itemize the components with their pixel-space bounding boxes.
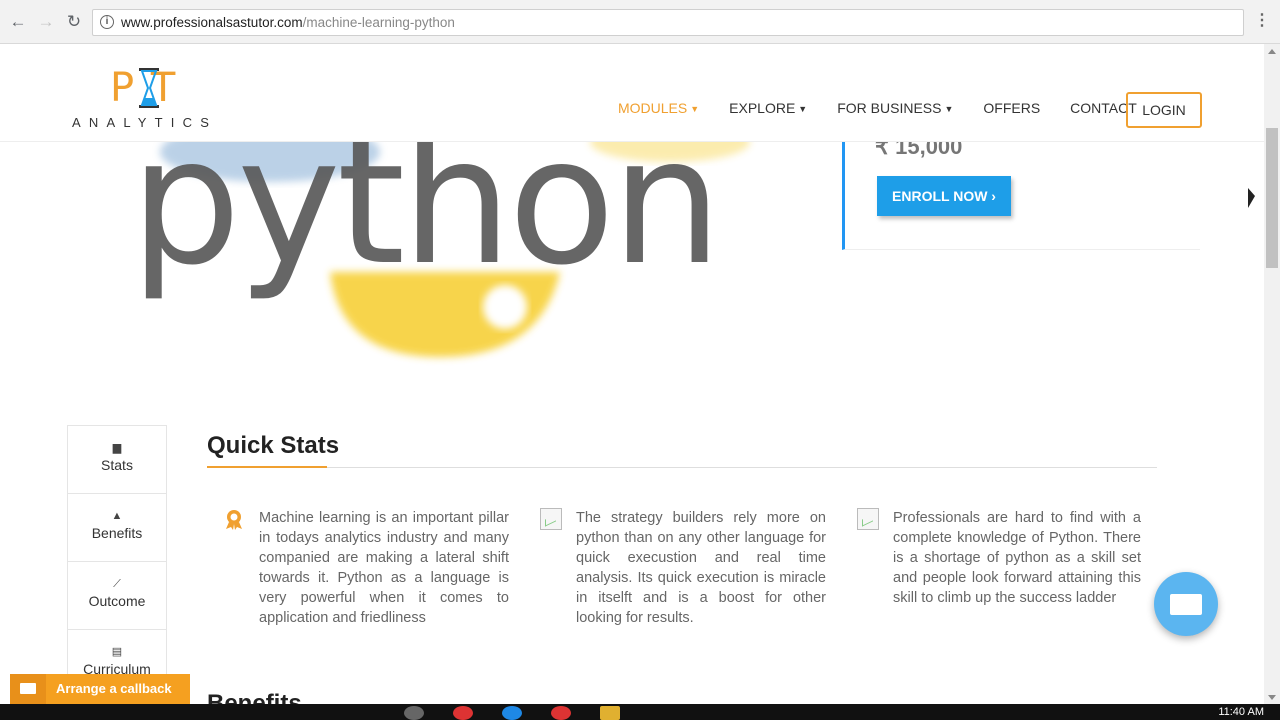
title-underline	[207, 466, 327, 468]
section-title: Quick Stats	[207, 432, 340, 459]
broken-image-icon	[857, 508, 879, 530]
list-icon: ▤	[111, 646, 123, 658]
caret-down-icon: ▼	[690, 104, 700, 115]
nav-label: MODULES	[618, 100, 688, 116]
scroll-down-icon[interactable]	[1268, 695, 1276, 700]
site-header: P T ANALYTICS MODULES ▼ EXPLORE ▼ FOR BUSI…	[0, 44, 1264, 142]
tab-label: Benefits	[91, 525, 143, 541]
nav-label: FOR BUSINESS	[837, 100, 942, 116]
envelope-icon	[1170, 594, 1202, 615]
arrange-callback-button[interactable]: Arrange a callback	[10, 674, 190, 704]
section-tabs: ▆ Stats ▲ Benefits ⟋ Outcome ▤ Curriculum	[67, 425, 167, 680]
main-nav: MODULES ▼ EXPLORE ▼ FOR BUSINESS ▼ OFFERS C…	[618, 97, 1167, 119]
nav-for-business[interactable]: FOR BUSINESS ▼	[837, 100, 953, 116]
stat-text: Professionals are hard to find with a co…	[893, 510, 1141, 606]
python-logo: python	[130, 142, 750, 357]
nav-modules[interactable]: MODULES ▼	[618, 100, 699, 116]
taskbar-app-icon[interactable]	[551, 706, 571, 720]
address-bar[interactable]: i www.professionalsastutor.com/machine-l…	[92, 9, 1244, 36]
book-icon: ▆	[112, 442, 122, 454]
pricing-panel: ₹ 15,000 ENROLL NOW ›	[842, 142, 1200, 250]
nav-label: EXPLORE	[729, 100, 796, 116]
tab-outcome[interactable]: ⟋ Outcome	[67, 561, 167, 629]
enroll-now-button[interactable]: ENROLL NOW ›	[877, 176, 1011, 216]
site-info-icon[interactable]: i	[100, 15, 114, 29]
hourglass-icon	[139, 68, 159, 108]
url-text[interactable]: www.professionalsastutor.com/machine-lea…	[121, 10, 455, 35]
tab-curriculum[interactable]: ▤ Curriculum	[67, 629, 167, 680]
forward-icon[interactable]: →	[36, 12, 56, 32]
broken-image-icon	[540, 508, 562, 530]
tab-label: Outcome	[88, 593, 146, 609]
scroll-up-icon[interactable]	[1268, 49, 1276, 54]
caret-down-icon: ▼	[798, 104, 808, 115]
back-icon[interactable]: ←	[8, 12, 28, 32]
line-chart-icon: ⟋	[113, 578, 121, 590]
os-taskbar: 11:40 AM	[0, 704, 1280, 720]
login-button[interactable]: LOGIN	[1126, 92, 1202, 128]
tab-benefits[interactable]: ▲ Benefits	[67, 493, 167, 561]
stat-text: The strategy builders rely more on pytho…	[576, 510, 826, 626]
browser-menu-icon[interactable]: ⋮	[1254, 12, 1270, 30]
award-icon	[226, 510, 242, 530]
stat-item: The strategy builders rely more on pytho…	[540, 508, 826, 628]
url-domain: www.professionalsastutor.com	[121, 15, 303, 30]
python-logo-word: python	[130, 142, 718, 304]
callback-label: Arrange a callback	[56, 681, 172, 696]
stat-item: Machine learning is an important pillar …	[226, 508, 509, 628]
mouse-cursor-icon	[1248, 188, 1255, 208]
caret-down-icon: ▼	[944, 104, 954, 115]
page-scrollbar[interactable]	[1264, 44, 1280, 704]
taskbar-app-icon[interactable]	[453, 706, 473, 720]
nav-offers[interactable]: OFFERS	[983, 100, 1040, 116]
system-clock: 11:40 AM	[1218, 706, 1264, 718]
taskbar-apps	[404, 706, 649, 720]
nav-explore[interactable]: EXPLORE ▼	[729, 100, 807, 116]
stat-item: Professionals are hard to find with a co…	[857, 508, 1141, 608]
reload-icon[interactable]: ↻	[64, 12, 84, 32]
logo[interactable]: P T ANALYTICS	[72, 66, 232, 136]
scroll-thumb[interactable]	[1266, 128, 1278, 268]
taskbar-app-icon[interactable]	[502, 706, 522, 720]
mail-icon	[10, 674, 46, 704]
hero-section: python ₹ 15,000 ENROLL NOW ›	[0, 142, 1264, 402]
url-path: /machine-learning-python	[302, 15, 455, 30]
chat-button[interactable]	[1154, 572, 1218, 636]
browser-toolbar: ← → ↻ i www.professionalsastutor.com/mac…	[0, 0, 1280, 44]
divider	[207, 467, 1157, 468]
stat-text: Machine learning is an important pillar …	[259, 510, 509, 626]
course-price: ₹ 15,000	[875, 142, 963, 159]
taskbar-app-icon[interactable]	[404, 706, 424, 720]
thumbs-up-icon: ▲	[111, 510, 123, 522]
logo-text: ANALYTICS	[72, 115, 218, 130]
tab-stats[interactable]: ▆ Stats	[67, 425, 167, 493]
tab-label: Stats	[101, 457, 133, 473]
folder-icon[interactable]	[600, 706, 620, 720]
